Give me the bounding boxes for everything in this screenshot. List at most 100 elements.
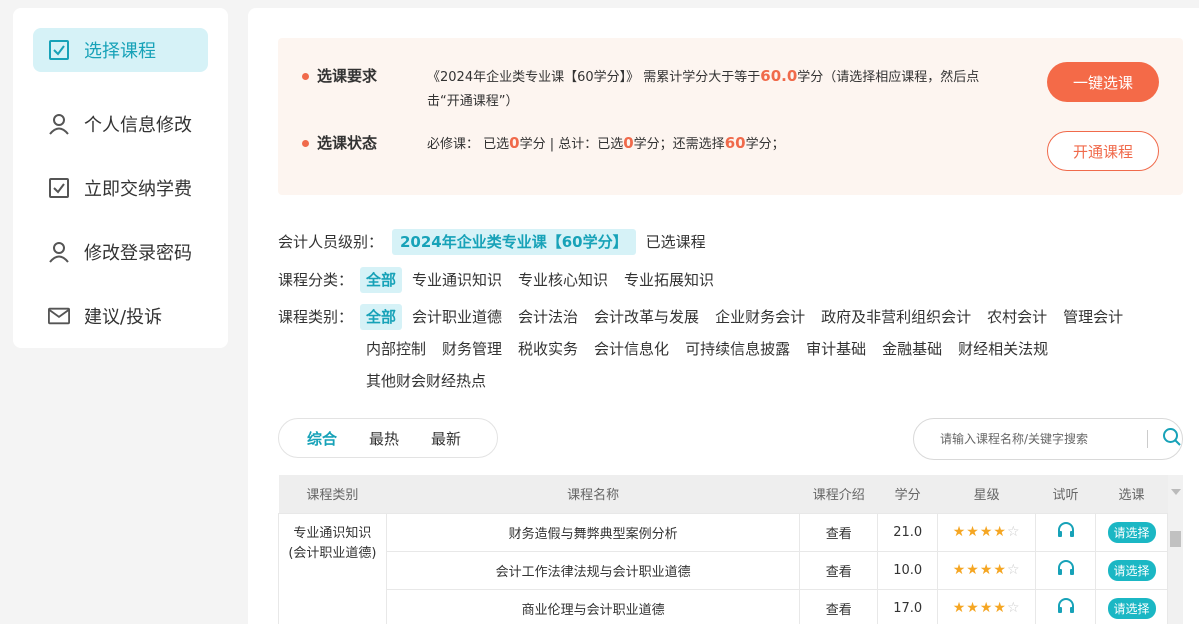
select-course-button[interactable]: 请选择: [1107, 521, 1156, 543]
course-name: 商业伦理与会计职业道德: [385, 588, 801, 624]
scrollbar-thumb[interactable]: [1170, 531, 1181, 547]
user-icon: [48, 113, 70, 135]
type-option[interactable]: 可持续信息披露: [679, 336, 796, 362]
type-option[interactable]: 农村会计: [981, 304, 1053, 330]
type-option[interactable]: 政府及非营利组织会计: [815, 304, 977, 330]
category-options: 全部 专业通识知识 专业核心知识 专业拓展知识: [360, 267, 1180, 299]
mail-icon: [48, 305, 70, 327]
filter-label: 课程类别：: [278, 308, 354, 326]
sort-bar: 综合 最热 最新: [278, 418, 498, 458]
bullet-dot: [302, 73, 309, 80]
level-value[interactable]: 2024年企业类专业课【60学分】: [392, 229, 636, 255]
checkbox-icon: [48, 39, 70, 61]
column-header: 课程介绍: [799, 475, 878, 513]
required-credits: 60.0: [760, 67, 798, 85]
course-credit: 10.0: [877, 550, 939, 590]
sidebar-item-label: 修改登录密码: [84, 243, 192, 264]
column-header: 学分: [877, 475, 938, 513]
column-header: 试听: [1035, 475, 1096, 513]
table-scrollbar[interactable]: [1168, 475, 1183, 624]
requirement-text-part: 《2024年企业类专业课【60学分】》 需累计学分大于等于: [427, 70, 761, 85]
type-options: 全部 会计职业道德 会计法治 会计改革与发展 企业财务会计 政府及非营利组织会计…: [360, 304, 1190, 400]
category-option[interactable]: 专业拓展知识: [618, 267, 720, 293]
type-option-all[interactable]: 全部: [360, 304, 403, 330]
preview-cell: [1035, 512, 1097, 552]
table-row: 会计工作法律法规与会计职业道德 查看 10.0 ★★★★☆ 请选择: [279, 550, 1168, 590]
sort-option-default[interactable]: 综合: [307, 428, 337, 449]
selected-courses-link[interactable]: 已选课程: [646, 229, 706, 255]
requirement-text-part: 击“开通课程”）: [427, 94, 519, 109]
course-intro-link[interactable]: 查看: [799, 550, 879, 590]
requirement-box: 选课要求 《2024年企业类专业课【60学分】》 需累计学分大于等于60.0学分…: [278, 38, 1183, 195]
remaining-credits: 60: [724, 134, 746, 152]
sidebar-item-label: 个人信息修改: [84, 115, 192, 136]
table-header-row: 课程类别 课程名称 课程介绍 学分 星级 试听 选课: [278, 475, 1168, 513]
course-intro-link[interactable]: 查看: [799, 588, 879, 624]
column-header: 选课: [1095, 475, 1168, 513]
select-course-button[interactable]: 请选择: [1107, 597, 1156, 619]
status-row: 选课状态 必修课： 已选0学分 | 总计：已选0学分；还需选择60学分；: [302, 131, 785, 157]
star-rating: ★★★★☆: [952, 600, 1021, 616]
type-option[interactable]: 内部控制: [360, 336, 432, 362]
course-credit: 21.0: [877, 512, 939, 552]
type-option[interactable]: 税收实务: [512, 336, 584, 362]
type-option[interactable]: 财经相关法规: [952, 336, 1054, 362]
open-course-button[interactable]: 开通课程: [1047, 131, 1159, 171]
type-option[interactable]: 其他财会财经热点: [360, 368, 492, 394]
type-option[interactable]: 企业财务会计: [709, 304, 811, 330]
status-text-part: 学分 | 总计：已选: [519, 137, 624, 152]
scroll-up-arrow-icon[interactable]: [1171, 489, 1181, 495]
search-icon[interactable]: [1162, 427, 1182, 451]
sidebar-item-pay-fee[interactable]: 立即交纳学费: [13, 156, 228, 220]
headphones-icon[interactable]: [1057, 522, 1075, 542]
user-icon: [48, 241, 70, 263]
sidebar-item-profile[interactable]: 个人信息修改: [13, 92, 228, 156]
pick-cell: 请选择: [1095, 550, 1168, 590]
sidebar-nav: 选择课程 个人信息修改 立即交纳学费 修改登录密码 建议/投诉: [13, 8, 228, 348]
type-option[interactable]: 会计信息化: [588, 336, 675, 362]
one-click-select-button[interactable]: 一键选课: [1047, 62, 1159, 102]
type-option[interactable]: 审计基础: [800, 336, 872, 362]
course-category-line: 专业通识知识: [293, 525, 372, 541]
sidebar-item-label: 选择课程: [84, 41, 156, 62]
main-panel: 选课要求 《2024年企业类专业课【60学分】》 需累计学分大于等于60.0学分…: [248, 8, 1199, 624]
status-title: 选课状态: [317, 134, 378, 152]
select-course-button[interactable]: 请选择: [1107, 559, 1156, 581]
type-option[interactable]: 管理会计: [1057, 304, 1129, 330]
sidebar-item-feedback[interactable]: 建议/投诉: [13, 284, 228, 348]
headphones-icon[interactable]: [1057, 560, 1075, 580]
star-rating: ★★★★☆: [952, 562, 1021, 578]
sidebar-item-password[interactable]: 修改登录密码: [13, 220, 228, 284]
type-filter: 课程类别： 全部 会计职业道德 会计法治 会计改革与发展 企业财务会计 政府及非…: [278, 304, 1190, 400]
headphones-icon[interactable]: [1057, 598, 1075, 618]
category-option-all[interactable]: 全部: [360, 267, 403, 293]
pick-cell: 请选择: [1095, 588, 1168, 624]
category-filter: 课程分类： 全部 专业通识知识 专业核心知识 专业拓展知识: [278, 267, 1180, 299]
type-option[interactable]: 会计职业道德: [406, 304, 508, 330]
course-category-line: (会计职业道德): [288, 545, 377, 561]
type-option[interactable]: 金融基础: [876, 336, 948, 362]
course-category-cell: 专业通识知识 (会计职业道德): [278, 512, 387, 624]
type-option[interactable]: 财务管理: [436, 336, 508, 362]
sort-option-hot[interactable]: 最热: [369, 428, 399, 449]
course-intro-link[interactable]: 查看: [799, 512, 879, 552]
column-header: 星级: [937, 475, 1036, 513]
type-option[interactable]: 会计法治: [512, 304, 584, 330]
preview-cell: [1035, 588, 1097, 624]
category-option[interactable]: 专业通识知识: [406, 267, 508, 293]
sidebar-item-select-course[interactable]: 选择课程: [13, 28, 228, 72]
course-name: 财务造假与舞弊典型案例分析: [385, 512, 801, 552]
sort-option-new[interactable]: 最新: [431, 428, 461, 449]
type-option[interactable]: 会计改革与发展: [588, 304, 705, 330]
status-text: 必修课： 已选0学分 | 总计：已选0学分；还需选择60学分；: [427, 131, 785, 157]
bullet-dot: [302, 140, 309, 147]
requirement-text: 《2024年企业类专业课【60学分】》 需累计学分大于等于60.0学分（请选择相…: [427, 64, 1027, 114]
requirement-title: 选课要求: [317, 67, 378, 85]
course-rating: ★★★★☆: [937, 588, 1037, 624]
table-row: 商业伦理与会计职业道德 查看 17.0 ★★★★☆ 请选择: [279, 588, 1168, 624]
category-option[interactable]: 专业核心知识: [512, 267, 614, 293]
search-input[interactable]: [940, 432, 1148, 446]
course-table: 课程类别 课程名称 课程介绍 学分 星级 试听 选课 专业通识知识 (会计职业道…: [278, 475, 1168, 624]
filter-label: 会计人员级别：: [278, 233, 384, 251]
requirement-text-part: 学分（请选择相应课程，然后点: [797, 70, 980, 85]
